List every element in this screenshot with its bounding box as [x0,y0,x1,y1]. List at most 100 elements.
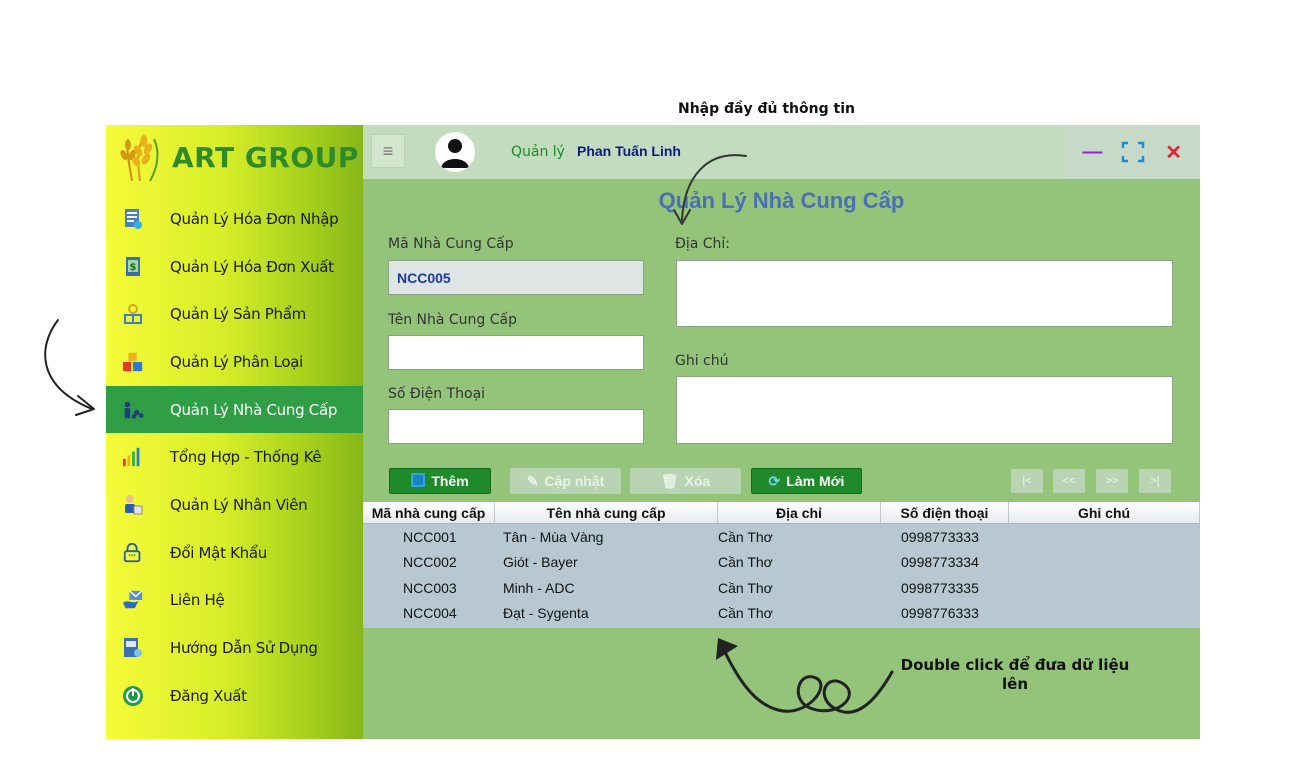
table-row[interactable]: NCC002 Gi­ót - Bayer Cần Thơ 0998773334 [363,550,1200,576]
hamburger-menu-icon[interactable]: ≡ [371,134,405,168]
svg-text:$: $ [130,262,137,273]
page-title: Quản Lý Nhà Cung Cấp [658,188,905,213]
last-page-button[interactable]: >| [1139,469,1171,493]
refresh-icon: ⟳ [768,472,781,489]
update-button[interactable]: ✎ Cập nhật [510,468,621,494]
close-icon[interactable]: ✕ [1159,137,1189,167]
cell-name: Gi­ót - Bayer [503,554,578,571]
table-header: Mã nhà cung cấp Tên nhà cung cấp Địa chỉ… [363,502,1200,524]
supplier-code-value: NCC005 [397,269,451,286]
cell-address: Cần Thơ [718,579,773,596]
phone-label: Số Điện Thoại [388,386,486,402]
sidebar-item-employee[interactable]: Quản Lý Nhân Viên [106,481,363,529]
sidebar-item-logout[interactable]: Đăng Xuất [106,672,363,720]
sidebar-item-label: Liên Hệ [170,591,225,610]
cell-address: Cần Thơ [718,605,773,622]
sidebar-nav: Quản Lý Hóa Đơn Nhập $ Quản Lý Hóa Đơn X… [106,195,363,720]
window-controls: — ✕ [1066,125,1200,179]
svg-text:***: *** [128,553,136,560]
sidebar-item-label: Hướng Dẫn Sử Dụng [170,639,318,658]
note-textarea[interactable] [685,381,1164,439]
supplier-code-field[interactable]: NCC005 [388,260,644,295]
add-button[interactable]: Thêm [389,468,491,494]
trash-icon: 🗑 [660,472,679,489]
annotation-arrow-top [673,154,747,225]
contact-icon [122,589,144,611]
logo: ART GROUP [114,129,359,185]
user-role: Quản lý [511,144,565,160]
sidebar-item-label: Quản Lý Hóa Đơn Xuất [170,257,334,276]
table-row[interactable]: NCC001 Tân - Mùa Vàng Cần Thơ 0998773333 [363,524,1200,550]
address-label: Địa Chỉ: [675,236,731,252]
column-header-phone[interactable]: Số điện thoại [881,502,1009,523]
annotation-arrow-left [44,319,95,416]
supplier-name-label: Tên Nhà Cung Cấp [388,312,517,328]
category-icon [122,351,144,373]
column-header-address[interactable]: Địa chỉ [718,502,881,523]
supplier-code-label: Mã Nhà Cung Cấp [388,236,514,252]
refresh-button[interactable]: ⟳ Làm Mới [751,468,862,494]
cell-name: Minh - ADC [503,579,575,596]
table-row[interactable]: NCC004 Đạt - Sygenta Cần Thơ 0998776333 [363,601,1200,627]
sidebar-item-label: Quản Lý Hóa Đơn Nhập [170,209,339,228]
supplier-name-field[interactable] [388,335,644,370]
sidebar-item-label: Đăng Xuất [170,686,247,705]
cell-code: NCC002 [403,554,457,571]
minimize-icon[interactable]: — [1077,137,1107,167]
first-page-button[interactable]: |< [1011,469,1043,493]
logout-icon [122,685,144,707]
supplier-table: Mã nhà cung cấp Tên nhà cung cấp Địa chỉ… [363,502,1200,628]
next-page-button[interactable]: >> [1096,469,1128,493]
note-field[interactable] [676,376,1173,444]
column-header-name[interactable]: Tên nhà cung cấp [495,502,718,523]
maximize-icon[interactable] [1118,137,1148,167]
note-label: Ghi chú [675,353,729,369]
top-bar: ≡ Quản lý Phan Tuấn Linh — ✕ [363,125,1200,179]
sidebar-item-label: Đổi Mật Khẩu [170,543,267,562]
employee-icon [122,494,144,516]
delete-button[interactable]: 🗑 Xóa [630,468,741,494]
sidebar-item-label: Quản Lý Phân Loại [170,352,303,371]
app-window: ART GROUP Quản Lý Hóa Đơn Nhập $ Quản Lý… [106,125,1200,739]
annotation-bottom-text: Double click để đưa dữ liệu lên [900,656,1130,693]
address-field[interactable] [676,260,1173,327]
table-row[interactable]: NCC003 Minh - ADC Cần Thơ 0998773335 [363,575,1200,601]
cell-code: NCC001 [403,528,457,545]
import-invoice-icon [122,208,144,230]
pencil-icon: ✎ [526,472,539,489]
address-textarea[interactable] [685,265,1164,322]
supplier-icon [122,399,144,421]
sidebar-item-supplier[interactable]: Quản Lý Nhà Cung Cấp [106,385,363,434]
cell-address: Cần Thơ [718,528,773,545]
sidebar-item-contact[interactable]: Liên Hệ [106,577,363,625]
sidebar-item-label: Quản Lý Sản Phẩm [170,305,306,324]
sidebar-item-label: Quản Lý Nhân Viên [170,495,308,514]
sidebar: ART GROUP Quản Lý Hóa Đơn Nhập $ Quản Lý… [106,125,363,739]
product-icon [122,303,144,325]
delete-button-label: Xóa [684,473,711,489]
cell-phone: 0998773333 [901,528,979,545]
cell-address: Cần Thơ [718,554,773,571]
sidebar-item-export-invoice[interactable]: $ Quản Lý Hóa Đơn Xuất [106,243,363,291]
cell-code: NCC004 [403,605,457,622]
cell-name: Tân - Mùa Vàng [503,528,604,545]
sidebar-item-guide[interactable]: Hướng Dẫn Sử Dụng [106,624,363,672]
update-button-label: Cập nhật [544,473,605,489]
supplier-name-input[interactable] [397,336,635,369]
phone-field[interactable] [388,409,644,444]
column-header-code[interactable]: Mã nhà cung cấp [363,502,495,523]
phone-input[interactable] [397,410,635,443]
prev-page-button[interactable]: << [1053,469,1085,493]
sidebar-item-statistics[interactable]: Tổng Hợp - Thống Kê [106,433,363,481]
refresh-button-label: Làm Mới [786,473,845,489]
sidebar-item-change-password[interactable]: *** Đổi Mật Khẩu [106,529,363,577]
cell-phone: 0998773335 [901,579,979,596]
sidebar-item-import-invoice[interactable]: Quản Lý Hóa Đơn Nhập [106,195,363,243]
cell-phone: 0998773334 [901,554,979,571]
sidebar-item-category[interactable]: Quản Lý Phân Loại [106,338,363,386]
screenshot-stage: Nhập đầy đủ thông tin ART GROUP Quản Lý … [0,0,1300,760]
sidebar-item-product[interactable]: Quản Lý Sản Phẩm [106,290,363,338]
column-header-note[interactable]: Ghi chú [1009,502,1200,523]
add-icon [411,472,426,490]
guide-icon [122,637,144,659]
